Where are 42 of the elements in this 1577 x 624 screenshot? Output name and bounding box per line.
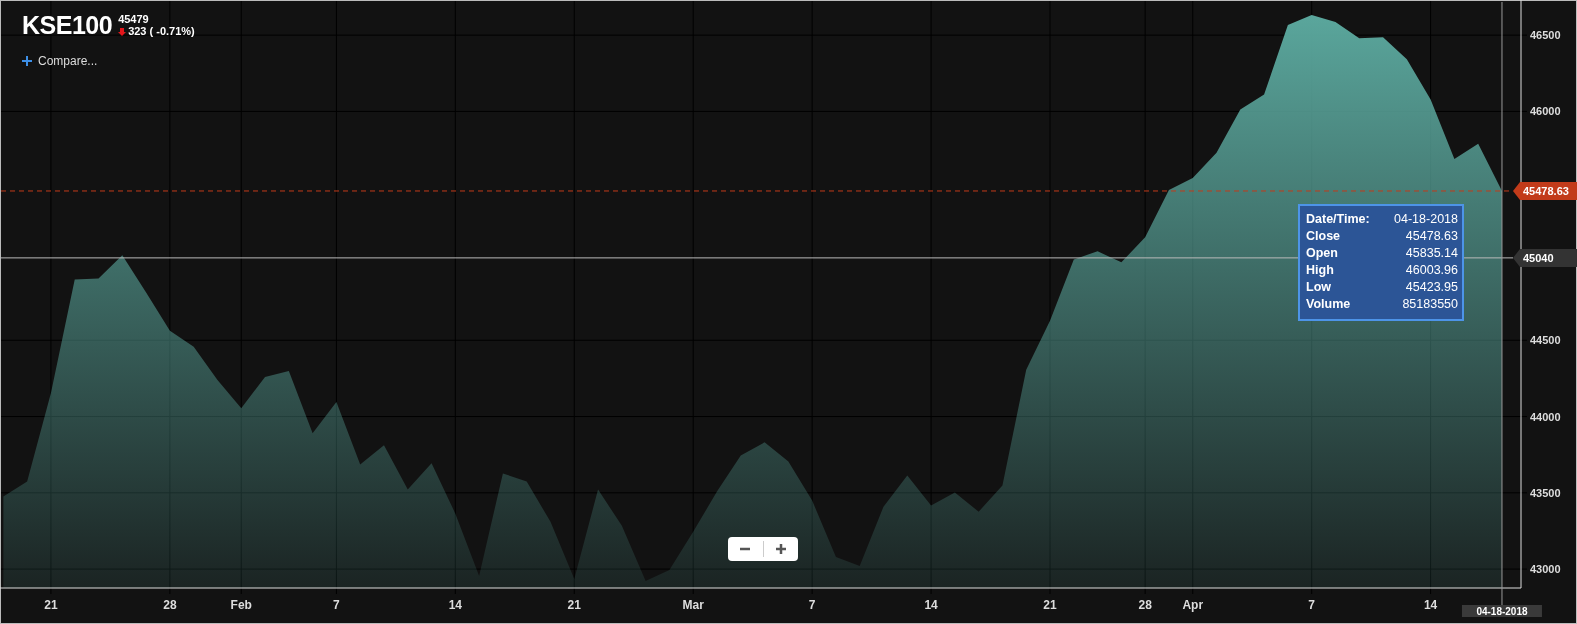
tooltip-value: 45478.63 [1405,228,1458,245]
axis-label: 14 [448,598,462,612]
plus-icon [773,543,788,555]
compare-link[interactable]: Compare... [22,54,195,68]
axis-label: 28 [163,598,177,612]
axis-label: Feb [230,598,252,612]
axis-label: 21 [1043,598,1057,612]
axis-label: 44000 [1530,410,1561,423]
axis-label: 43000 [1530,563,1561,576]
axis-label: 14 [924,598,938,612]
tooltip-label: Close [1306,228,1341,245]
axis-label: 43500 [1530,486,1561,499]
tooltip-label: Date/Time: [1306,211,1370,228]
axis-label: 21 [567,598,581,612]
axis-label: 28 [1138,598,1152,612]
axis-label: Apr [1182,598,1204,612]
axis-label: 21 [44,598,58,612]
price-change: 323 ( -0.71%) [128,25,195,38]
ref-line-label: 45478.63 [1523,184,1569,197]
tooltip-label: High [1306,262,1334,279]
axis-label: 46500 [1530,29,1561,42]
tooltip-value: 45835.14 [1405,245,1458,262]
tooltip-label: Volume [1306,296,1351,313]
ref-line-label: 45040 [1523,251,1554,264]
price-value: 45479 [118,13,150,25]
tooltip-label: Open [1306,245,1338,262]
crosshair-date-tag: 04-18-2018 [1461,605,1542,617]
axis-label: 7 [1308,598,1315,612]
tooltip-value: 04-18-2018 [1394,211,1458,228]
tooltip-value: 45423.95 [1405,279,1458,296]
axis-label: 7 [333,598,340,612]
axis-label: 14 [1423,598,1438,612]
symbol-name: KSE100 [22,10,113,40]
plus-icon [22,56,32,66]
axis-label: 7 [808,598,816,612]
tooltip-value: 46003.96 [1405,262,1458,279]
down-arrow-icon [118,26,127,37]
axis-label: 46000 [1530,105,1561,118]
axis-label: 44500 [1530,334,1561,347]
axis-label: Mar [682,598,704,612]
tooltip-value: 85183550 [1402,296,1458,313]
tooltip-label: Low [1306,279,1331,296]
